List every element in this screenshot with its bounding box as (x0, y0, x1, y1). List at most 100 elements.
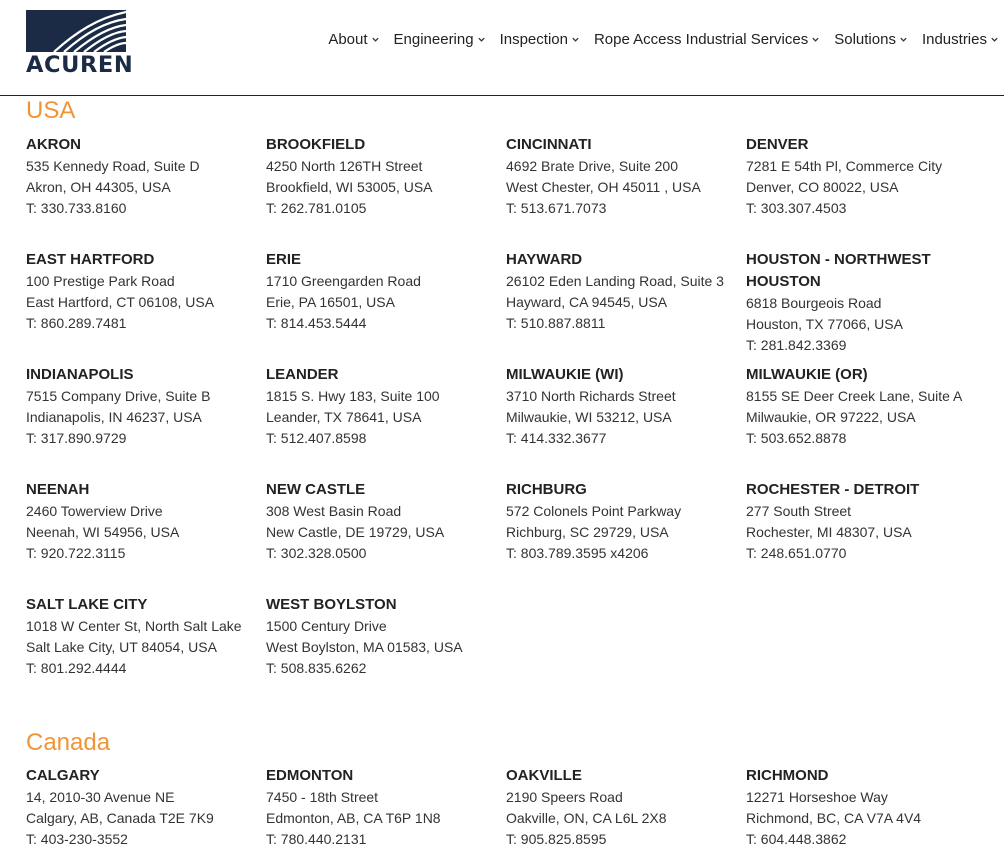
chevron-down-icon (900, 37, 907, 42)
office-phone[interactable]: T: 510.887.8811 (506, 313, 746, 334)
office-address-line: 1018 W Center St, North Salt Lake (26, 618, 242, 634)
office-card: RICHBURG 572 Colonels Point Parkway Richbu… (506, 479, 746, 594)
office-name: OAKVILLE (506, 767, 582, 784)
office-address-line: 14, 2010-30 Avenue NE (26, 789, 175, 805)
nav-item-inspection[interactable]: Inspection (500, 31, 580, 48)
office-card: EDMONTON 7450 - 18th Street Edmonton, AB, … (266, 765, 506, 850)
office-phone[interactable]: T: 780.440.2131 (266, 829, 506, 850)
office-address-line: Calgary, AB, Canada T2E 7K9 (26, 810, 214, 826)
office-address-line: 26102 Eden Landing Road, Suite 3 (506, 273, 724, 289)
office-phone[interactable]: T: 860.289.7481 (26, 313, 266, 334)
office-phone[interactable]: T: 303.307.4503 (746, 198, 976, 219)
office-address-line: East Hartford, CT 06108, USA (26, 294, 215, 310)
office-card: WEST BOYLSTON 1500 Century Drive West Boyl… (266, 594, 506, 709)
office-address-line: 2460 Towerview Drive (26, 503, 163, 519)
office-address-line: West Boylston, MA 01583, USA (266, 639, 463, 655)
office-card: HOUSTON - NORTHWEST HOUSTON 6818 Bourgeoi… (746, 249, 976, 364)
office-card: SALT LAKE CITY 1018 W Center St, North Sa… (26, 594, 266, 709)
office-card: BROOKFIELD 4250 North 126TH Street Brookfi… (266, 134, 506, 249)
office-card: HAYWARD 26102 Eden Landing Road, Suite 3 H… (506, 249, 746, 364)
office-card: MILWAUKIE (OR) 8155 SE Deer Creek Lane, S… (746, 364, 976, 479)
nav-item-industries[interactable]: Industries (922, 31, 999, 48)
nav-item-rope-access-industrial-services[interactable]: Rope Access Industrial Services (594, 31, 820, 48)
office-address-line: Neenah, WI 54956, USA (26, 524, 180, 540)
office-address-line: 6818 Bourgeois Road (746, 295, 882, 311)
office-phone[interactable]: T: 503.652.8878 (746, 428, 976, 449)
office-address-line: Brookfield, WI 53005, USA (266, 179, 433, 195)
office-phone[interactable]: T: 513.671.7073 (506, 198, 746, 219)
office-name: WEST BOYLSTON (266, 596, 397, 613)
office-phone[interactable]: T: 330.733.8160 (26, 198, 266, 219)
office-card: ROCHESTER - DETROIT 277 South Street Roche… (746, 479, 976, 594)
office-address-line: 4692 Brate Drive, Suite 200 (506, 158, 678, 174)
office-address-line: 7450 - 18th Street (266, 789, 379, 805)
office-card: CINCINNATI 4692 Brate Drive, Suite 200 Wes… (506, 134, 746, 249)
office-address-line: 3710 North Richards Street (506, 388, 676, 404)
office-phone[interactable]: T: 403-230-3552 (26, 829, 266, 850)
site-header: ACUREN About Engineering Inspection Rope Ac… (0, 0, 1004, 96)
office-address-line: Denver, CO 80022, USA (746, 179, 899, 195)
office-address-line: Hayward, CA 94545, USA (506, 294, 668, 310)
office-address-line: Salt Lake City, UT 84054, USA (26, 639, 217, 655)
office-name: CINCINNATI (506, 136, 592, 153)
office-address-line: Akron, OH 44305, USA (26, 179, 171, 195)
office-grid-usa: AKRON 535 Kennedy Road, Suite D Akron, OH … (26, 134, 976, 709)
office-address-line: Indianapolis, IN 46237, USA (26, 409, 202, 425)
office-phone[interactable]: T: 604.448.3862 (746, 829, 976, 850)
office-phone[interactable]: T: 508.835.6262 (266, 658, 506, 679)
office-card: AKRON 535 Kennedy Road, Suite D Akron, OH … (26, 134, 266, 249)
nav-item-about[interactable]: About (328, 31, 379, 48)
office-name: MILWAUKIE (OR) (746, 366, 868, 383)
office-name: EDMONTON (266, 767, 354, 784)
office-grid-canada: CALGARY 14, 2010-30 Avenue NE Calgary, AB,… (26, 765, 976, 850)
office-phone[interactable]: T: 248.651.0770 (746, 543, 976, 564)
office-address-line: 8155 SE Deer Creek Lane, Suite A (746, 388, 963, 404)
chevron-down-icon (572, 37, 579, 42)
nav-item-engineering[interactable]: Engineering (394, 31, 486, 48)
office-address-line: 1710 Greengarden Road (266, 273, 421, 289)
office-name: SALT LAKE CITY (26, 596, 148, 613)
office-address-line: 7281 E 54th Pl, Commerce City (746, 158, 943, 174)
office-name: EAST HARTFORD (26, 251, 155, 268)
office-name: RICHBURG (506, 481, 587, 498)
office-phone[interactable]: T: 905.825.8595 (506, 829, 746, 850)
office-address-line: 308 West Basin Road (266, 503, 402, 519)
office-address-line: 1815 S. Hwy 183, Suite 100 (266, 388, 440, 404)
office-phone[interactable]: T: 920.722.3115 (26, 543, 266, 564)
office-phone[interactable]: T: 803.789.3595 x4206 (506, 543, 746, 564)
office-phone[interactable]: T: 317.890.9729 (26, 428, 266, 449)
office-name: AKRON (26, 136, 81, 153)
office-card: DENVER 7281 E 54th Pl, Commerce City Denve… (746, 134, 976, 249)
office-address-line: Leander, TX 78641, USA (266, 409, 422, 425)
chevron-down-icon (812, 37, 819, 42)
nav-item-label: About (328, 31, 368, 48)
nav-item-solutions[interactable]: Solutions (834, 31, 908, 48)
office-address-line: Richmond, BC, CA V7A 4V4 (746, 810, 922, 826)
office-name: INDIANAPOLIS (26, 366, 134, 383)
office-name: CALGARY (26, 767, 100, 784)
office-card: MILWAUKIE (WI) 3710 North Richards Street… (506, 364, 746, 479)
office-phone[interactable]: T: 414.332.3677 (506, 428, 746, 449)
office-phone[interactable]: T: 302.328.0500 (266, 543, 506, 564)
office-address-line: Houston, TX 77066, USA (746, 316, 903, 332)
office-address-line: 1500 Century Drive (266, 618, 387, 634)
acuren-logo[interactable]: ACUREN (26, 10, 133, 77)
office-phone[interactable]: T: 512.407.8598 (266, 428, 506, 449)
office-card: INDIANAPOLIS 7515 Company Drive, Suite B I… (26, 364, 266, 479)
office-address-line: 277 South Street (746, 503, 852, 519)
office-name: RICHMOND (746, 767, 829, 784)
office-address-line: 100 Prestige Park Road (26, 273, 175, 289)
office-address-line: Milwaukie, WI 53212, USA (506, 409, 672, 425)
office-address-line: 535 Kennedy Road, Suite D (26, 158, 200, 174)
office-phone[interactable]: T: 262.781.0105 (266, 198, 506, 219)
office-name: HOUSTON - NORTHWEST HOUSTON (746, 251, 931, 290)
office-phone[interactable]: T: 801.292.4444 (26, 658, 266, 679)
office-address-line: 12271 Horseshoe Way (746, 789, 888, 805)
office-phone[interactable]: T: 814.453.5444 (266, 313, 506, 334)
office-name: HAYWARD (506, 251, 583, 268)
office-phone[interactable]: T: 281.842.3369 (746, 335, 976, 356)
office-card: OAKVILLE 2190 Speers Road Oakville, ON, CA… (506, 765, 746, 850)
office-name: ERIE (266, 251, 302, 268)
office-address-line: Milwaukie, OR 97222, USA (746, 409, 916, 425)
office-address-line: Oakville, ON, CA L6L 2X8 (506, 810, 667, 826)
